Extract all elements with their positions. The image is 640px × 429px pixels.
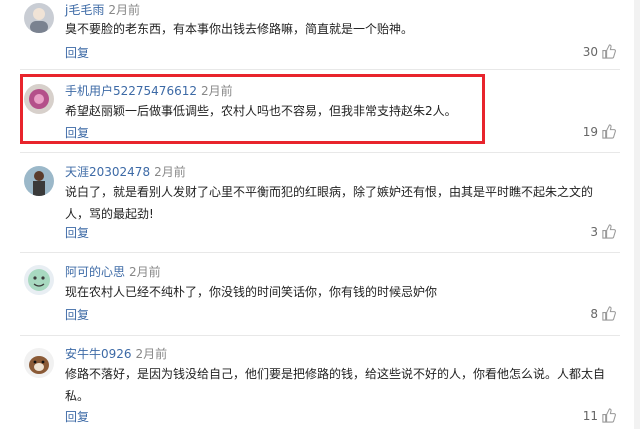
comment-time: 2月前 <box>129 265 161 279</box>
comment-time: 2月前 <box>135 347 168 361</box>
like-count: 8 <box>590 306 598 321</box>
reply-button[interactable]: 回复 <box>65 306 89 323</box>
comment-item: j毛毛雨 2月前 臭不要脸的老东西，有本事你出钱去修路嘛，简直就是一个贻神。 回复… <box>0 0 640 70</box>
divider <box>20 152 620 153</box>
like-button[interactable]: 11 <box>583 408 616 423</box>
comment-username[interactable]: 阿可的心思 <box>65 265 125 279</box>
comment-item: 阿可的心思 2月前 现在农村人已经不纯朴了，你没钱的时间笑话你，你有钱的时候忌妒你… <box>0 260 640 340</box>
comment-username[interactable]: j毛毛雨 <box>65 3 104 17</box>
like-button[interactable]: 3 <box>590 224 616 239</box>
comment-time: 2月前 <box>154 165 186 179</box>
thumbs-up-icon <box>602 44 616 59</box>
like-count: 30 <box>582 44 598 59</box>
thumbs-up-icon <box>602 124 616 139</box>
avatar[interactable] <box>24 348 54 378</box>
divider <box>20 335 620 336</box>
reply-button[interactable]: 回复 <box>65 44 89 61</box>
comment-time: 2月前 <box>108 3 140 17</box>
comment-username[interactable]: 天涯20302478 <box>65 165 150 179</box>
like-count: 3 <box>590 224 598 239</box>
avatar[interactable] <box>24 166 54 196</box>
like-button[interactable]: 19 <box>583 124 616 139</box>
comment-item: 安牛牛0926 2月前 修路不落好，是因为钱没给自己，他们要是把修路的钱，给这些说… <box>0 343 640 429</box>
comment-text: 臭不要脸的老东西，有本事你出钱去修路嘛，简直就是一个贻神。 <box>65 22 414 36</box>
divider <box>20 252 620 253</box>
avatar[interactable] <box>24 265 54 295</box>
like-button[interactable]: 8 <box>590 306 616 321</box>
comment-username[interactable]: 安牛牛0926 <box>65 347 132 361</box>
thumbs-up-icon <box>602 306 616 321</box>
divider <box>20 69 620 70</box>
highlight-box <box>20 74 485 144</box>
comment-text: 说白了，就是看别人发财了心里不平衡而犯的红眼病，除了嫉妒还有恨，由其是平时瞧不起… <box>65 185 594 221</box>
thumbs-up-icon <box>602 408 616 423</box>
avatar[interactable] <box>24 3 54 33</box>
like-count: 11 <box>582 408 598 423</box>
like-count: 19 <box>582 124 598 139</box>
reply-button[interactable]: 回复 <box>65 224 89 241</box>
reply-button[interactable]: 回复 <box>65 408 89 425</box>
comment-item: 天涯20302478 2月前 说白了，就是看别人发财了心里不平衡而犯的红眼病，除了… <box>0 160 640 250</box>
like-button[interactable]: 30 <box>583 44 616 59</box>
thumbs-up-icon <box>602 224 616 239</box>
comment-text: 修路不落好，是因为钱没给自己，他们要是把修路的钱，给这些说不好的人，你看他怎么说… <box>65 367 606 403</box>
comment-text: 现在农村人已经不纯朴了，你没钱的时间笑话你，你有钱的时候忌妒你 <box>65 285 438 299</box>
